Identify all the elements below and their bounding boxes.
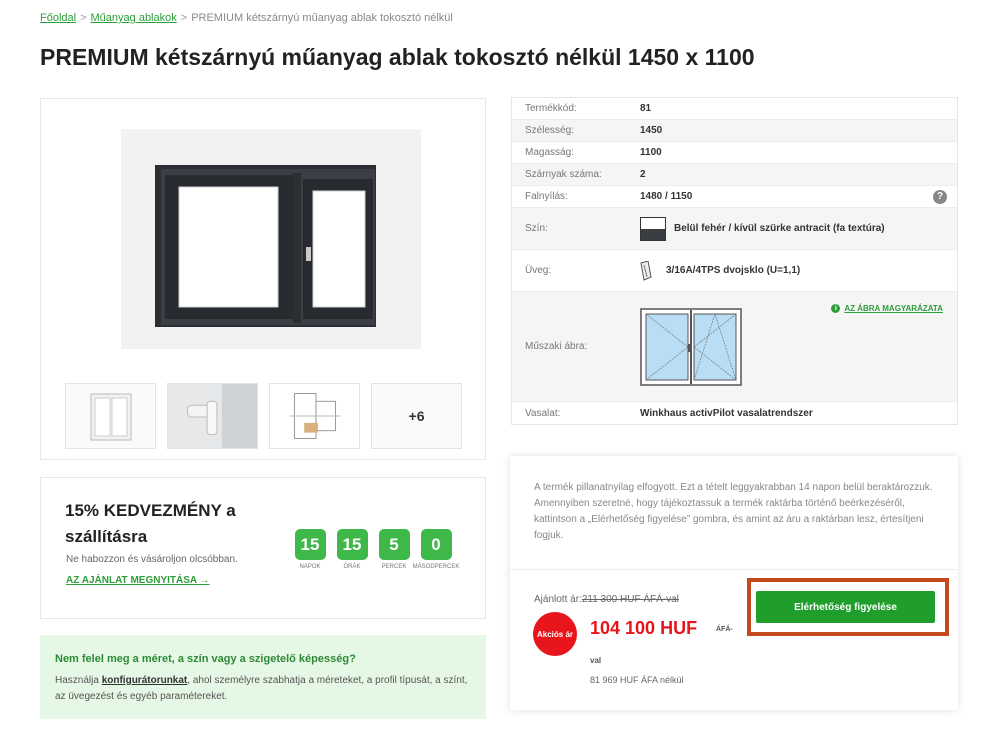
- configurator-text: Használja konfigurátorunkat, ahol személ…: [55, 673, 475, 705]
- glass-pane-icon: [640, 260, 652, 281]
- technical-drawing-image[interactable]: [640, 307, 742, 386]
- spec-label: Szélesség:: [525, 125, 574, 136]
- countdown-label: ÓRÁK: [343, 564, 361, 570]
- countdown-label: MÁSODPERCEK: [412, 564, 460, 570]
- spec-label: Falnyílás:: [525, 191, 568, 202]
- spec-value: 1480 / 1150: [640, 191, 693, 202]
- spec-row-width: Szélesség: 1450: [512, 120, 957, 142]
- countdown-value: 15: [336, 529, 368, 560]
- thumbnail-strip: +6: [65, 383, 462, 449]
- thumbnail-handle-detail[interactable]: [167, 383, 258, 449]
- spec-label: Szín:: [525, 223, 548, 234]
- countdown-timer: 15 NAPOK 15 ÓRÁK 5 PERCEK 0 MÁSODPERCEK: [293, 529, 459, 570]
- breadcrumb-category-link[interactable]: Műanyag ablakok: [91, 12, 177, 24]
- notify-availability-button[interactable]: Elérhetőség figyelése: [756, 591, 935, 623]
- spec-row-sash-count: Szárnyak száma: 2: [512, 164, 957, 186]
- product-gallery: +6: [40, 98, 486, 460]
- breadcrumb-separator: >: [180, 12, 188, 24]
- breadcrumb-separator: >: [80, 12, 87, 24]
- countdown-hours: 15 ÓRÁK: [335, 529, 369, 570]
- main-product-image[interactable]: [41, 99, 485, 379]
- spec-row-technical-drawing: Műszaki ábra: i AZ ÁBRA MAGYARÁZATA: [512, 292, 957, 402]
- recommended-price-label: Ajánlott ár:: [534, 594, 582, 605]
- discount-subtitle: Ne habozzon és vásároljon olcsóbban.: [66, 554, 238, 565]
- spec-row-color: Szín: Belül fehér / kívül szürke antraci…: [512, 208, 957, 250]
- spec-value: 1450: [640, 125, 663, 136]
- specification-table: Termékkód: 81 Szélesség: 1450 Magasság: …: [511, 97, 958, 425]
- countdown-value: 15: [294, 529, 326, 560]
- spec-label: Szárnyak száma:: [525, 169, 602, 180]
- breadcrumb-current: PREMIUM kétszárnyú műanyag ablak tokoszt…: [191, 12, 453, 24]
- spec-value: Winkhaus activPilot vasalatrendszer: [640, 407, 813, 419]
- sale-badge: Akciós ár: [533, 612, 577, 656]
- color-swatch-icon: [640, 216, 666, 241]
- countdown-days: 15 NAPOK: [293, 529, 327, 570]
- spec-value-drawing: [640, 307, 957, 386]
- configurator-link[interactable]: konfigurátorunkat: [102, 675, 188, 686]
- glass-value: 3/16A/4TPS dvojsklo (U=1,1): [666, 265, 801, 276]
- discount-banner: 15% KEDVEZMÉNY a szállításra Ne habozzon…: [40, 477, 486, 619]
- spec-row-hardware: Vasalat: Winkhaus activPilot vasalatrend…: [512, 402, 957, 424]
- open-offer-link[interactable]: AZ AJÁNLAT MEGNYITÁSA →: [66, 575, 210, 586]
- spec-row-wall-opening: Falnyílás: 1480 / 1150 ?: [512, 186, 957, 208]
- configurator-text-before: Használja: [55, 675, 102, 686]
- spec-value-glass: 3/16A/4TPS dvojsklo (U=1,1): [640, 260, 957, 281]
- drawing-explanation-link[interactable]: i AZ ÁBRA MAGYARÁZATA: [831, 304, 943, 313]
- countdown-value: 5: [378, 529, 410, 560]
- spec-label: Műszaki ábra:: [525, 341, 588, 352]
- spec-row-glass: Üveg: 3/16A/4TPS dvojsklo (U=1,1): [512, 250, 957, 292]
- divider: [510, 569, 958, 570]
- spec-value: 2: [640, 169, 646, 180]
- countdown-value: 0: [420, 529, 452, 560]
- drawing-explanation-label: AZ ÁBRA MAGYARÁZATA: [844, 304, 943, 313]
- spec-label: Magasság:: [525, 147, 574, 158]
- info-icon: i: [831, 304, 841, 313]
- countdown-minutes: 5 PERCEK: [377, 529, 411, 570]
- thumbnail-technical-section[interactable]: [269, 383, 360, 449]
- spec-row-height: Magasság: 1100: [512, 142, 957, 164]
- thumbnail-window-white[interactable]: [65, 383, 156, 449]
- spec-value-color: Belül fehér / kívül szürke antracit (fa …: [640, 216, 957, 241]
- spec-value: 81: [640, 103, 652, 114]
- availability-panel: A termék pillanatnyilag elfogyott. Ezt a…: [510, 456, 958, 710]
- configurator-title: Nem felel meg a méret, a szín vagy a szi…: [55, 653, 356, 665]
- net-price: 81 969 HUF ÁFA nélkül: [590, 675, 684, 685]
- recommended-price: Ajánlott ár:211 300 HUF ÁFÁ-val: [534, 594, 679, 605]
- availability-message: A termék pillanatnyilag elfogyott. Ezt a…: [534, 482, 933, 541]
- sale-price: 104 100 HUF: [590, 618, 698, 638]
- spec-label: Üveg:: [525, 265, 552, 276]
- discount-title: 15% KEDVEZMÉNY a szállításra: [65, 501, 236, 546]
- breadcrumb-home-link[interactable]: Főoldal: [40, 12, 76, 24]
- countdown-label: PERCEK: [381, 564, 407, 570]
- sale-price-vat-suffix-cont: val: [590, 656, 602, 665]
- configurator-promo: Nem felel meg a méret, a szín vagy a szi…: [40, 635, 486, 719]
- spec-row-product-code: Termékkód: 81: [512, 98, 957, 120]
- help-icon[interactable]: ?: [933, 189, 947, 204]
- page-title: PREMIUM kétszárnyú műanyag ablak tokoszt…: [40, 44, 755, 70]
- spec-value: 1100: [640, 147, 662, 158]
- sale-price-vat-suffix: ÁFÁ-: [716, 626, 733, 633]
- color-value: Belül fehér / kívül szürke antracit (fa …: [674, 223, 885, 234]
- countdown-seconds: 0 MÁSODPERCEK: [413, 529, 459, 570]
- old-price: 211 300 HUF ÁFÁ-val: [581, 594, 679, 605]
- thumbnail-more-images[interactable]: +6: [371, 383, 462, 449]
- breadcrumb: Főoldal > Műanyag ablakok > PREMIUM kétszárn…: [40, 12, 453, 24]
- more-images-count: +6: [408, 408, 425, 424]
- countdown-label: NAPOK: [299, 564, 321, 570]
- spec-label: Vasalat:: [525, 407, 561, 419]
- spec-label: Termékkód:: [525, 103, 577, 114]
